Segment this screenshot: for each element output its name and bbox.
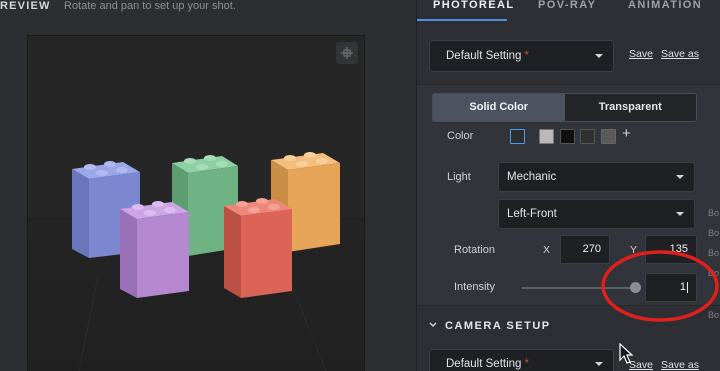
- render-preset-row: Default Setting * Save Save as: [429, 40, 719, 74]
- light-label: Light: [447, 171, 471, 183]
- edge-text: Bo: [708, 248, 720, 258]
- pan-move-button[interactable]: [336, 42, 358, 64]
- tab-photoreal[interactable]: PHOTOREAL: [433, 0, 514, 11]
- chevron-down-icon: [595, 362, 603, 366]
- rotation-x-input[interactable]: 270: [560, 235, 610, 264]
- intensity-input[interactable]: 1: [645, 273, 697, 302]
- camera-save-as-link[interactable]: Save as: [661, 359, 699, 371]
- intensity-slider-knob[interactable]: [630, 282, 641, 293]
- color-swatch-selected[interactable]: [510, 129, 525, 144]
- save-as-link[interactable]: Save as: [661, 48, 699, 60]
- rotation-x-label: X: [543, 244, 551, 256]
- edge-text: Bo: [708, 228, 720, 238]
- 3d-viewport[interactable]: [27, 35, 365, 371]
- rotation-label: Rotation: [454, 244, 495, 256]
- intensity-label: Intensity: [454, 281, 495, 293]
- solid-color-option[interactable]: Solid Color: [433, 94, 565, 121]
- tab-pov-ray[interactable]: POV-RAY: [538, 0, 596, 11]
- light-direction-select[interactable]: Left-Front: [498, 199, 695, 229]
- preview-title: REVIEW: [0, 0, 51, 12]
- required-mark: *: [524, 358, 529, 370]
- preview-pane: REVIEW Rotate and pan to set up your sho…: [0, 0, 416, 371]
- camera-preset-value: Default Setting: [446, 358, 522, 370]
- add-color-icon[interactable]: +: [622, 125, 631, 142]
- move-icon: [341, 47, 353, 59]
- background-mode-toggle: Solid Color Transparent: [432, 93, 697, 122]
- mouse-cursor-icon: [619, 343, 634, 364]
- required-mark: *: [524, 50, 529, 62]
- save-link[interactable]: Save: [629, 48, 653, 60]
- light-type-select[interactable]: Mechanic: [498, 162, 695, 192]
- brick-red: [224, 198, 292, 298]
- intensity-value: 1: [679, 281, 686, 293]
- camera-setup-title: CAMERA SETUP: [445, 320, 551, 332]
- tab-animation[interactable]: ANIMATION: [628, 0, 702, 11]
- preview-hint: Rotate and pan to set up your shot.: [64, 0, 236, 12]
- light-direction-value: Left-Front: [507, 208, 557, 220]
- chevron-down-icon: [676, 212, 684, 216]
- brick-purple: [120, 201, 189, 298]
- render-tabs: PHOTOREAL POV-RAY ANIMATION: [417, 0, 720, 21]
- color-swatch-light-gray[interactable]: [539, 129, 554, 144]
- active-tab-indicator: [417, 19, 507, 21]
- chevron-down-icon: [595, 54, 603, 58]
- camera-preset-select[interactable]: Default Setting *: [429, 349, 614, 371]
- brick-scene: [72, 152, 340, 371]
- render-preset-value: Default Setting: [446, 50, 522, 62]
- edge-text: Bo: [708, 310, 720, 320]
- transparent-option[interactable]: Transparent: [564, 94, 696, 121]
- light-type-value: Mechanic: [507, 171, 557, 183]
- color-swatch-gray[interactable]: [601, 129, 616, 144]
- rotation-y-input[interactable]: 135: [645, 235, 697, 264]
- edge-text: Bo: [708, 268, 720, 278]
- color-swatch-dark-gray[interactable]: [580, 129, 595, 144]
- text-cursor: [687, 281, 688, 293]
- edge-text: Bo: [708, 208, 720, 218]
- intensity-slider-track[interactable]: [522, 287, 637, 289]
- background-light-section: Solid Color Transparent Color + Light Me…: [417, 84, 720, 306]
- render-preset-select[interactable]: Default Setting *: [429, 40, 614, 72]
- rotation-y-label: Y: [630, 244, 638, 256]
- render-settings-panel: PHOTOREAL POV-RAY ANIMATION Default Sett…: [416, 0, 720, 371]
- color-label: Color: [447, 130, 474, 142]
- chevron-down-icon: [676, 175, 684, 179]
- color-swatch-black[interactable]: [560, 129, 575, 144]
- chevron-down-icon: [429, 322, 437, 328]
- camera-setup-header[interactable]: CAMERA SETUP: [417, 310, 720, 340]
